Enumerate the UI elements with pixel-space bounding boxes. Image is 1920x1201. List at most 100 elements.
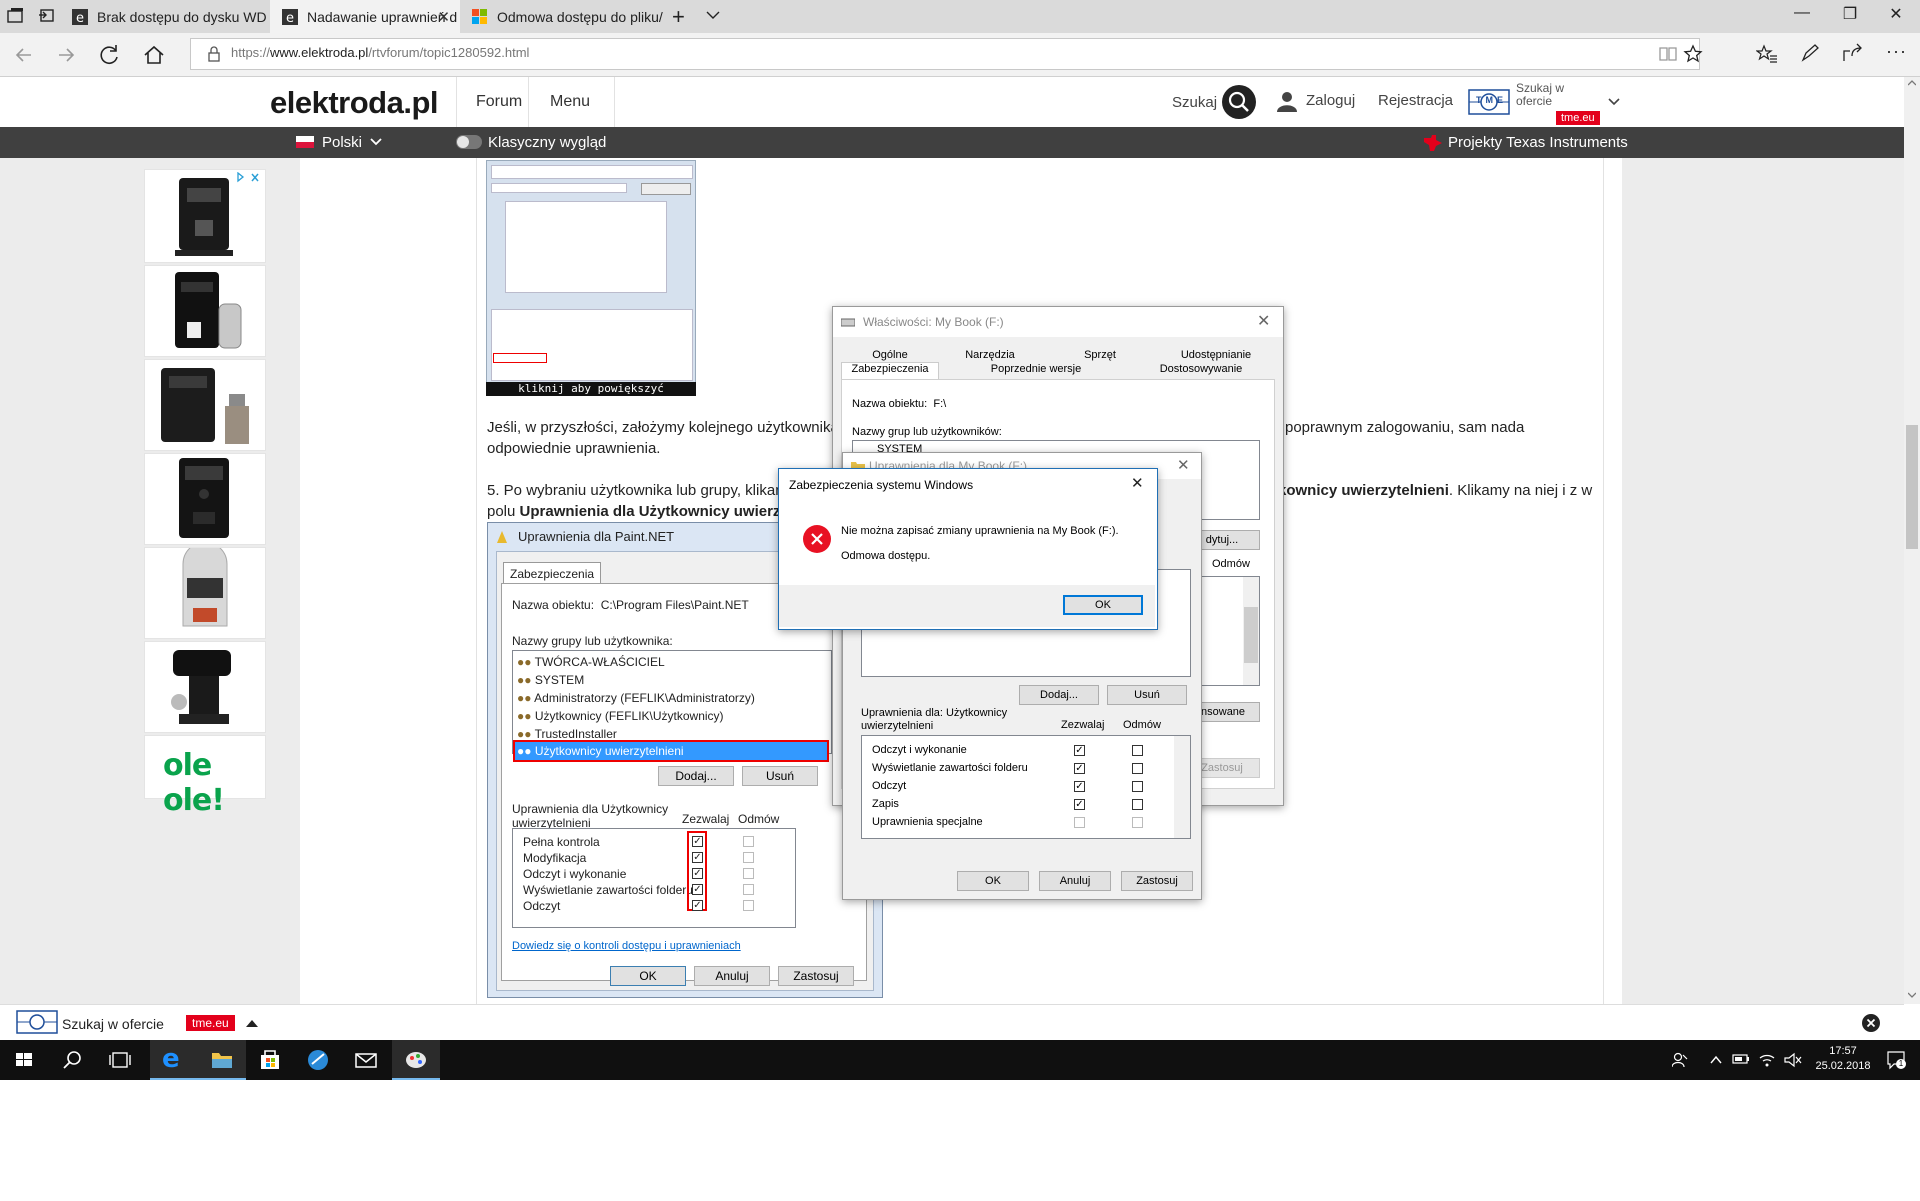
perm-remove-button[interactable]: Usuń — [1107, 685, 1187, 705]
tme-badge[interactable]: tme.eu — [1556, 111, 1600, 125]
paint-add-button[interactable]: Dodaj... — [658, 766, 734, 786]
tme-bar-text[interactable]: Szukaj w ofercie — [62, 1016, 164, 1032]
ti-projects-link[interactable]: Projekty Texas Instruments — [1448, 134, 1628, 151]
page-scrollbar[interactable] — [1904, 77, 1920, 1004]
list-item[interactable]: ●● Użytkownicy (FEFLIK\Użytkownicy) — [517, 707, 724, 725]
mail-icon[interactable] — [342, 1040, 390, 1080]
action-center-icon[interactable]: 1 — [1886, 1050, 1906, 1070]
scroll-up-icon[interactable] — [1908, 79, 1916, 87]
list-item[interactable]: ●● Administratorzy (FEFLIK\Administrator… — [517, 689, 755, 707]
tab-nadawanie-uprawnien[interactable]: e Nadawanie uprawnień d ✕ — [270, 0, 460, 33]
list-item[interactable]: ●● TrustedInstaller — [517, 725, 617, 743]
refresh-icon[interactable] — [96, 41, 124, 69]
ad-oleole[interactable]: ole ole! — [144, 735, 266, 818]
tme-bar-badge[interactable]: tme.eu — [186, 1015, 235, 1031]
perm-perms-list[interactable]: Odczyt i wykonanie Wyświetlanie zawartoś… — [861, 735, 1191, 839]
tab-udostepnianie[interactable]: Udostępnianie — [1157, 349, 1275, 361]
allow-checkbox[interactable]: ✓ — [1074, 799, 1085, 810]
more-options-icon[interactable]: ··· — [1886, 41, 1907, 62]
tab-narzedzia[interactable]: Narzędzia — [941, 349, 1039, 361]
tab-zabezpieczenia[interactable]: Zabezpieczenia — [503, 562, 601, 584]
deny-checkbox[interactable] — [743, 900, 754, 911]
paint-apply-button[interactable]: Zastosuj — [778, 966, 854, 986]
wifi-icon[interactable] — [1758, 1052, 1776, 1068]
edge-taskbar-icon[interactable]: e — [150, 1040, 198, 1080]
perm-list-scrollbar[interactable] — [1174, 736, 1190, 838]
allow-checkbox[interactable]: ✓ — [692, 868, 703, 879]
back-icon[interactable] — [10, 41, 38, 69]
web-note-icon[interactable] — [1800, 43, 1820, 63]
store-icon[interactable] — [246, 1040, 294, 1080]
tab-odmowa-dostepu[interactable]: Odmowa dostępu do pliku/ — [460, 0, 670, 33]
tab-brak-dostepu[interactable]: e Brak dostępu do dysku WD — [60, 0, 270, 33]
perm-cancel-button[interactable]: Anuluj — [1039, 871, 1111, 891]
chevron-up-icon[interactable] — [246, 1019, 258, 1027]
ad-coffee-machine-5[interactable] — [144, 541, 266, 639]
ad-coffee-machine-4[interactable] — [144, 453, 266, 545]
close-icon[interactable]: ✕ — [1257, 311, 1270, 331]
tab-zabezpieczenia[interactable]: Zabezpieczenia — [841, 362, 939, 379]
deny-checkbox[interactable] — [1132, 781, 1143, 792]
favorite-star-icon[interactable] — [1683, 44, 1703, 64]
list-item-selected[interactable]: ●● Użytkownicy uwierzytelnieni — [513, 740, 829, 762]
set-aside-tabs-icon[interactable] — [38, 6, 58, 26]
tab-ogolne[interactable]: Ogólne — [841, 349, 939, 361]
clock[interactable]: 17:57 25.02.2018 — [1808, 1044, 1878, 1074]
perm-add-button[interactable]: Dodaj... — [1019, 685, 1099, 705]
perm-apply-button[interactable]: Zastosuj — [1121, 871, 1193, 891]
tab-sprzet[interactable]: Sprzęt — [1051, 349, 1149, 361]
close-tab-icon[interactable]: ✕ — [437, 8, 450, 26]
forward-icon[interactable] — [52, 41, 80, 69]
file-explorer-icon[interactable] — [198, 1040, 246, 1080]
restore-icon[interactable]: ❐ — [1830, 4, 1870, 24]
ad-coffee-machine-1[interactable] — [144, 169, 266, 263]
deny-checkbox[interactable] — [1132, 745, 1143, 756]
nav-menu[interactable]: Menu — [550, 93, 590, 111]
reading-view-icon[interactable] — [1659, 46, 1677, 62]
volume-muted-icon[interactable] — [1784, 1052, 1802, 1068]
chevron-down-icon[interactable] — [1608, 97, 1620, 107]
new-tab-icon[interactable]: + — [672, 4, 685, 30]
list-item[interactable]: ●● SYSTEM — [517, 671, 584, 689]
allow-checkbox[interactable]: ✓ — [1074, 763, 1085, 774]
close-icon[interactable]: ✕ — [1131, 474, 1144, 492]
close-icon[interactable]: ✕ — [1177, 456, 1190, 474]
search-icon[interactable] — [1222, 85, 1256, 119]
deny-checkbox[interactable] — [1132, 799, 1143, 810]
allow-checkbox[interactable]: ✓ — [692, 836, 703, 847]
paint-ok-button[interactable]: OK — [610, 966, 686, 986]
scroll-down-icon[interactable] — [1908, 991, 1916, 999]
error-ok-button[interactable]: OK — [1063, 595, 1143, 615]
close-bar-icon[interactable] — [1862, 1014, 1880, 1032]
deny-checkbox[interactable] — [743, 868, 754, 879]
ad-coffee-machine-6[interactable] — [144, 641, 266, 733]
home-icon[interactable] — [140, 41, 168, 69]
show-hidden-icons-icon[interactable] — [1710, 1055, 1722, 1065]
allow-checkbox[interactable]: ✓ — [1074, 781, 1085, 792]
tme-logo[interactable] — [16, 1010, 58, 1036]
adchoices-icon[interactable] — [237, 172, 263, 184]
start-icon[interactable] — [0, 1040, 48, 1080]
register-link[interactable]: Rejestracja — [1378, 92, 1453, 109]
search-label[interactable]: Szukaj — [1172, 94, 1217, 111]
browser-blue-icon[interactable] — [294, 1040, 342, 1080]
article-thumbnail[interactable] — [486, 160, 696, 396]
paint-perms-list[interactable]: Pełna kontrola Modyfikacja Odczyt i wyko… — [512, 828, 796, 928]
tab-dostosowywanie[interactable]: Dostosowywanie — [1131, 363, 1271, 375]
favorites-hub-icon[interactable] — [1756, 44, 1778, 64]
language-select[interactable]: Polski — [322, 134, 362, 151]
paint-app-icon[interactable] — [392, 1040, 440, 1080]
deny-checkbox[interactable] — [743, 836, 754, 847]
paint-cancel-button[interactable]: Anuluj — [694, 966, 770, 986]
scrollbar-thumb[interactable] — [1906, 425, 1918, 549]
deny-checkbox[interactable] — [1132, 763, 1143, 774]
nav-forum[interactable]: Forum — [476, 93, 522, 111]
battery-icon[interactable] — [1732, 1053, 1750, 1065]
paint-groups-list[interactable]: ●● TWÓRCA-WŁAŚCICIEL ●● SYSTEM ●● Admini… — [512, 650, 832, 762]
tab-preview-chevron-icon[interactable] — [705, 7, 721, 27]
tme-search-label[interactable]: Szukaj w ofercie — [1516, 82, 1576, 108]
deny-checkbox[interactable] — [743, 852, 754, 863]
access-control-link[interactable]: Dowiedz się o kontroli dostępu i uprawni… — [512, 940, 741, 952]
tab-poprzednie-wersje[interactable]: Poprzednie wersje — [961, 363, 1111, 375]
allow-checkbox[interactable]: ✓ — [692, 884, 703, 895]
